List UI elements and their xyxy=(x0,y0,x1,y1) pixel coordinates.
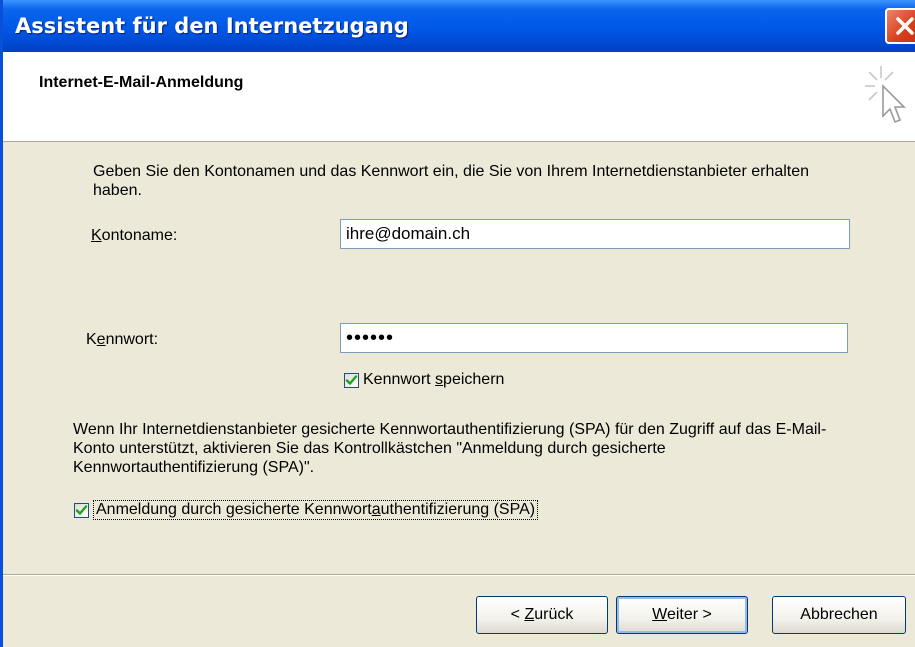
back-button[interactable]: < Zurück xyxy=(476,596,608,634)
wizard-window: Assistent für den Internetzugang Interne… xyxy=(0,0,915,647)
password-field[interactable]: •••••• xyxy=(340,323,848,353)
password-label: Kennwort: xyxy=(86,331,159,348)
spa-checkbox-label: Anmeldung durch gesicherte Kennwortauthe… xyxy=(93,500,539,520)
window-title: Assistent für den Internetzugang xyxy=(15,14,409,38)
checkmark-icon xyxy=(345,374,358,385)
spa-description: Wenn Ihr Internetdienstanbieter gesicher… xyxy=(73,421,827,476)
wizard-header: Internet-E-Mail-Anmeldung xyxy=(3,52,915,142)
wizard-cursor-icon xyxy=(865,66,906,124)
account-name-field[interactable]: ihre@domain.ch xyxy=(340,219,850,249)
save-password-checkbox-row[interactable]: Kennwort speichern xyxy=(344,371,504,389)
cancel-button[interactable]: Abbrechen xyxy=(772,596,906,634)
page-title: Internet-E-Mail-Anmeldung xyxy=(39,74,244,91)
intro-text: Geben Sie den Kontonamen und das Kennwor… xyxy=(93,163,810,199)
account-name-label: Kontoname: xyxy=(91,227,178,244)
next-button[interactable]: Weiter > xyxy=(616,596,748,634)
checkmark-icon xyxy=(75,504,88,515)
title-bar[interactable]: Assistent für den Internetzugang xyxy=(3,0,915,52)
close-button[interactable] xyxy=(885,8,915,44)
close-icon xyxy=(896,17,914,35)
footer-divider xyxy=(3,574,915,576)
save-password-label: Kennwort speichern xyxy=(363,371,505,388)
spa-checkbox[interactable] xyxy=(74,502,89,518)
next-button-label: Weiter > xyxy=(652,606,712,623)
spa-checkbox-row[interactable]: Anmeldung durch gesicherte Kennwortauthe… xyxy=(74,500,539,520)
cancel-button-label: Abbrechen xyxy=(800,606,878,623)
save-password-checkbox[interactable] xyxy=(344,372,359,388)
back-button-label: < Zurück xyxy=(510,606,574,623)
